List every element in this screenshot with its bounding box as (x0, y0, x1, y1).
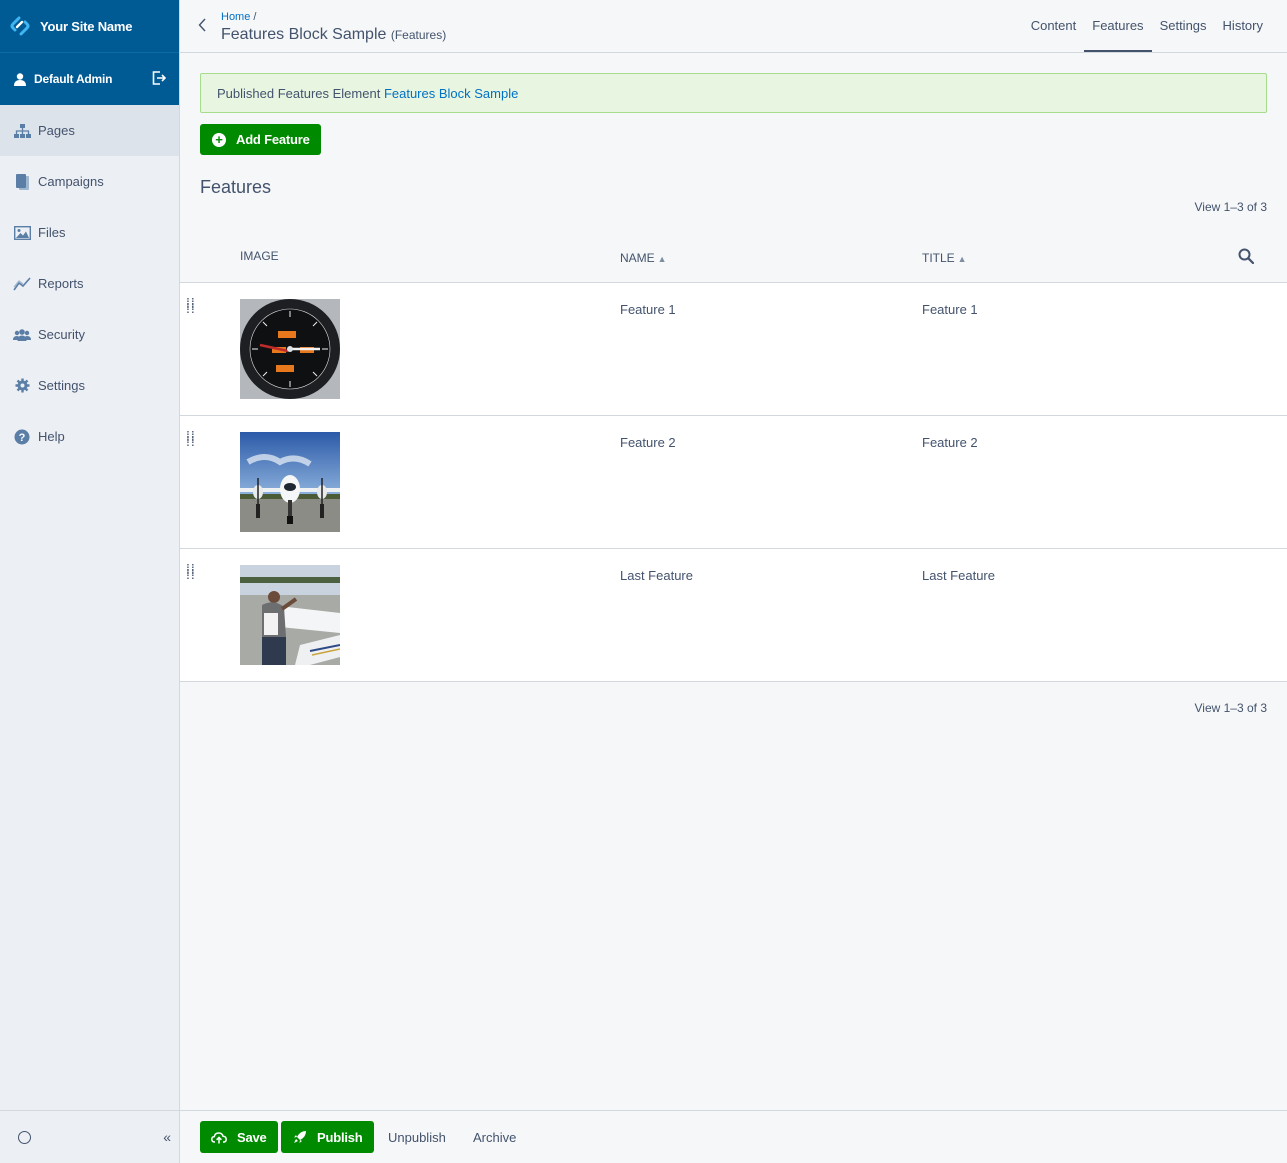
row-title: Feature 1 (922, 302, 978, 317)
search-icon[interactable] (1238, 248, 1255, 267)
table-bottom-divider (180, 681, 1287, 682)
airplane-front-image (240, 432, 340, 532)
table-row[interactable]: ⁞⁞ ⁞⁞ Feature 2 Feature 2 (180, 415, 1287, 548)
logout-icon[interactable] (152, 71, 166, 85)
row-title: Last Feature (922, 568, 995, 583)
column-header-name-label: NAME (620, 251, 655, 265)
image-icon (13, 224, 31, 242)
drag-handle-icon[interactable]: ⁞⁞ ⁞⁞ (186, 296, 196, 315)
row-name: Feature 1 (620, 302, 676, 317)
svg-text:?: ? (19, 432, 26, 444)
sort-icon: ▲︎ (957, 254, 967, 264)
user-profile[interactable]: Default Admin (0, 52, 179, 105)
sidebar-footer: « (0, 1110, 179, 1163)
user-name: Default Admin (34, 72, 113, 86)
main-content: Published Features Element Features Bloc… (180, 53, 1287, 1110)
question-icon: ? (13, 428, 31, 446)
sidebar-item-reports[interactable]: Reports (0, 258, 179, 309)
header-tabs: Content Features Settings History (1023, 0, 1271, 52)
logo-icon (10, 16, 30, 36)
view-count-top: View 1–3 of 3 (1194, 200, 1268, 214)
tab-content[interactable]: Content (1023, 0, 1085, 52)
alert-text: Published Features Element (217, 86, 381, 101)
plus-circle-icon: + (212, 132, 226, 147)
row-name: Last Feature (620, 568, 693, 583)
breadcrumb: Home / (221, 11, 256, 23)
site-name: Your Site Name (40, 18, 133, 34)
campaigns-icon (13, 173, 31, 191)
sidebar-item-label: Security (38, 327, 85, 342)
sidebar-item-security[interactable]: Security (0, 309, 179, 360)
archive-button[interactable]: Archive (473, 1130, 516, 1145)
publish-label: Publish (317, 1129, 363, 1145)
collapse-sidebar-button[interactable]: « (163, 1129, 171, 1145)
view-count-bottom: View 1–3 of 3 (1194, 701, 1268, 715)
breadcrumb-home-link[interactable]: Home (221, 11, 250, 23)
page-header: Home / Features Block Sample (Features) … (180, 0, 1287, 53)
save-button[interactable]: Save (200, 1121, 278, 1153)
sidebar: Your Site Name Default Admin Pages Campa… (0, 0, 180, 1163)
save-label: Save (237, 1129, 267, 1145)
sidebar-item-label: Campaigns (38, 174, 104, 189)
sidebar-item-label: Pages (38, 123, 75, 138)
sidebar-item-label: Help (38, 429, 65, 444)
column-header-title[interactable]: TITLE ▲︎ (922, 251, 967, 265)
column-header-image: IMAGE (240, 249, 279, 263)
cloud-upload-icon (211, 1131, 227, 1143)
alert-link[interactable]: Features Block Sample (384, 86, 518, 101)
sort-icon: ▲︎ (657, 254, 667, 264)
publish-button[interactable]: Publish (281, 1121, 374, 1153)
page-title-suffix: (Features) (390, 28, 447, 42)
site-brand[interactable]: Your Site Name (0, 0, 179, 52)
sidebar-item-help[interactable]: ? Help (0, 411, 179, 462)
table-row[interactable]: ⁞⁞ ⁞⁞ Last Feature Last Feature (180, 548, 1287, 681)
sidebar-item-label: Files (38, 225, 66, 240)
column-header-name[interactable]: NAME ▲︎ (620, 251, 667, 265)
add-feature-button[interactable]: + Add Feature (200, 124, 321, 155)
users-icon (13, 326, 31, 344)
sidebar-item-files[interactable]: Files (0, 207, 179, 258)
rocket-icon (294, 1131, 306, 1143)
row-name: Feature 2 (620, 435, 676, 450)
page-title: Features Block Sample (Features) (221, 26, 446, 44)
tab-history[interactable]: History (1215, 0, 1271, 52)
sidebar-item-pages[interactable]: Pages (0, 105, 179, 156)
actions-footer: Save Publish Unpublish Archive (180, 1110, 1287, 1163)
sidebar-item-label: Reports (38, 276, 84, 291)
column-header-title-label: TITLE (922, 251, 955, 265)
sidebar-item-label: Settings (38, 378, 85, 393)
page-title-text: Features Block Sample (221, 26, 387, 43)
table-row[interactable]: ⁞⁞ ⁞⁞ Feature 1 Feature 1 (180, 282, 1287, 415)
tab-settings[interactable]: Settings (1152, 0, 1215, 52)
sitemap-icon (13, 122, 31, 140)
unpublish-button[interactable]: Unpublish (388, 1130, 446, 1145)
drag-handle-icon[interactable]: ⁞⁞ ⁞⁞ (186, 562, 196, 581)
drag-handle-icon[interactable]: ⁞⁞ ⁞⁞ (186, 429, 196, 448)
breadcrumb-separator: / (253, 11, 257, 23)
preview-toggle-icon[interactable] (18, 1130, 31, 1144)
add-feature-label: Add Feature (236, 132, 310, 147)
section-title: Features (200, 177, 272, 197)
sidebar-item-settings[interactable]: Settings (0, 360, 179, 411)
back-arrow-icon[interactable] (198, 18, 207, 37)
chart-line-icon (13, 275, 31, 293)
success-alert: Published Features Element Features Bloc… (200, 73, 1267, 113)
airspeed-indicator-image (240, 299, 340, 399)
pilot-airplane-image (240, 565, 340, 665)
gear-icon (13, 377, 31, 395)
tab-features[interactable]: Features (1084, 0, 1152, 52)
row-title: Feature 2 (922, 435, 978, 450)
sidebar-nav: Pages Campaigns Files Reports Security S… (0, 105, 179, 462)
user-icon (14, 72, 26, 86)
sidebar-item-campaigns[interactable]: Campaigns (0, 156, 179, 207)
